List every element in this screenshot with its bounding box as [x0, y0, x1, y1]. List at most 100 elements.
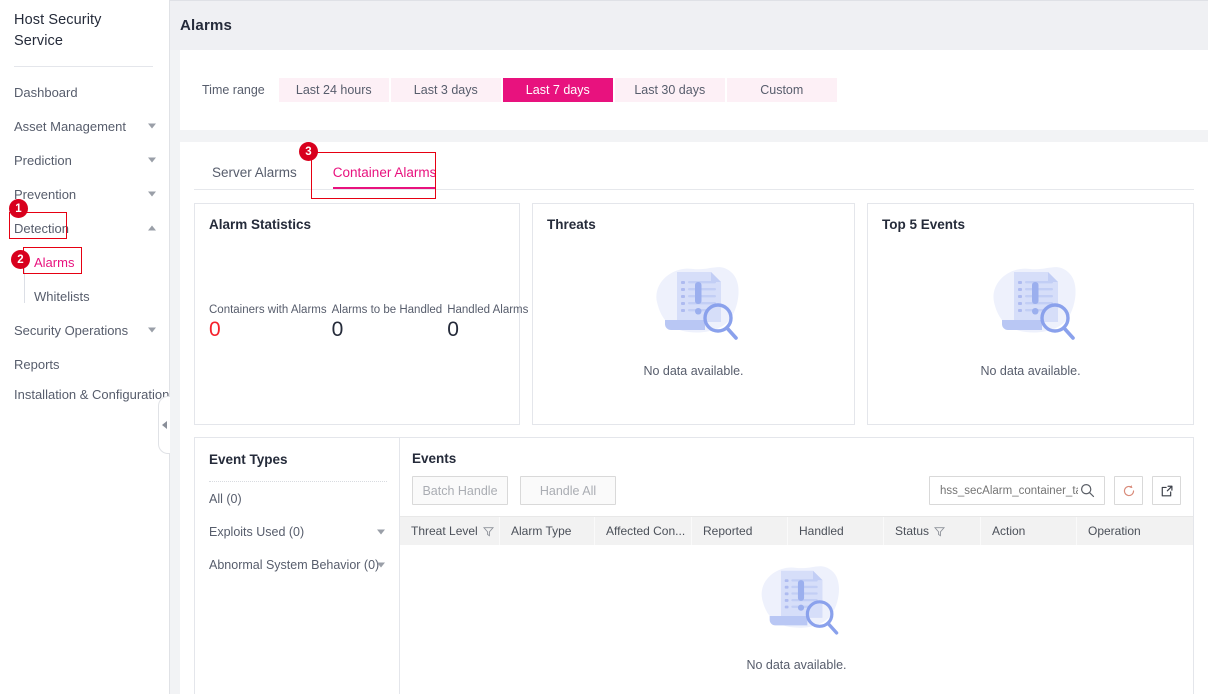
handle-all-button[interactable]: Handle All	[520, 476, 616, 505]
sidebar-item-label: Detection	[14, 220, 69, 236]
sidebar-item-security-operations[interactable]: Security Operations	[0, 313, 169, 347]
sidebar-item-installation-configuration[interactable]: Installation & Configuration	[0, 381, 169, 425]
sidebar-item-label: Security Operations	[14, 322, 129, 338]
lower-row: Event Types All (0) Exploits Used (0) Ab…	[194, 437, 1194, 696]
event-type-item-exploits-used[interactable]: Exploits Used (0)	[195, 515, 399, 548]
search-box[interactable]	[929, 476, 1105, 505]
search-icon[interactable]	[1080, 483, 1095, 498]
chevron-left-icon	[162, 421, 167, 429]
metric-value: 0	[209, 318, 221, 341]
metric-label: Containers with Alarms	[209, 304, 327, 316]
column-label: Operation	[1088, 524, 1141, 538]
time-range-option-last-30-days[interactable]: Last 30 days	[614, 78, 725, 102]
page-header: Alarms	[170, 0, 1218, 50]
tab-container-alarms[interactable]: Container Alarms	[315, 165, 455, 190]
metric-label: Alarms to be Handled	[331, 304, 443, 316]
metric-alarms-to-be-handled: Alarms to be Handled 0	[332, 304, 443, 343]
event-types-panel: Event Types All (0) Exploits Used (0) Ab…	[194, 437, 399, 696]
sidebar-item-asset-management[interactable]: Asset Management	[0, 109, 169, 143]
export-button[interactable]	[1152, 476, 1181, 505]
column-label: Affected Con...	[606, 524, 686, 538]
time-range-option-last-24-hours[interactable]: Last 24 hours	[278, 78, 389, 102]
sidebar-item-reports[interactable]: Reports	[0, 347, 169, 381]
tab-label: Server Alarms	[212, 165, 297, 180]
toolbar-right-group	[929, 476, 1181, 505]
threats-empty-state: No data available.	[533, 250, 854, 378]
filter-icon[interactable]	[482, 526, 494, 537]
chevron-down-icon	[377, 562, 385, 567]
alarms-content-card: Server Alarms Container Alarms Alarm Sta…	[180, 142, 1208, 696]
time-range-option-last-7-days[interactable]: Last 7 days	[502, 78, 613, 102]
sidebar-item-prediction[interactable]: Prediction	[0, 143, 169, 177]
column-header-status[interactable]: Status	[884, 517, 981, 545]
sidebar-item-label: Prediction	[14, 152, 72, 168]
event-type-label: Exploits Used (0)	[209, 524, 305, 539]
chevron-down-icon	[148, 123, 156, 129]
chevron-up-icon	[148, 225, 156, 231]
column-header-alarm-type: Alarm Type	[500, 517, 595, 545]
column-header-threat-level[interactable]: Threat Level	[400, 517, 500, 545]
metric-label: Handled Alarms	[447, 304, 529, 316]
chevron-down-icon	[148, 157, 156, 163]
column-label: Action	[992, 524, 1026, 538]
chevron-down-icon	[148, 191, 156, 197]
time-range-option-custom[interactable]: Custom	[726, 78, 837, 102]
metric-value: 0	[447, 318, 459, 341]
page-right-margin	[1208, 0, 1218, 696]
annotation-badge-2: 2	[11, 250, 30, 269]
column-header-affected-container: Affected Con...	[595, 517, 692, 545]
time-range-filter-card: Time range Last 24 hours Last 3 days Las…	[180, 50, 1208, 130]
empty-state-text: No data available.	[980, 364, 1081, 378]
chevron-down-icon	[377, 529, 385, 534]
sidebar: Host Security Service Dashboard Asset Ma…	[0, 0, 170, 696]
sidebar-subitem-label: Whitelists	[34, 288, 90, 304]
time-range-option-last-3-days[interactable]: Last 3 days	[390, 78, 501, 102]
events-table-header: Threat Level Alarm Type Affected Con...	[400, 516, 1193, 545]
tab-server-alarms[interactable]: Server Alarms	[194, 165, 315, 190]
top-5-events-card: Top 5 Events No data available.	[867, 203, 1194, 425]
summary-cards-row: Alarm Statistics Containers with Alarms …	[194, 203, 1194, 425]
column-header-handled: Handled	[788, 517, 884, 545]
section-gap	[170, 130, 1218, 142]
events-toolbar: Batch Handle Handle All	[400, 466, 1193, 505]
sidebar-item-label: Dashboard	[14, 84, 78, 100]
sidebar-item-detection[interactable]: Detection	[0, 211, 169, 245]
column-label: Alarm Type	[511, 524, 572, 538]
sidebar-item-whitelists[interactable]: Whitelists	[24, 279, 169, 313]
events-panel: Events Batch Handle Handle All hss_secAl…	[399, 437, 1194, 696]
column-header-operation: Operation	[1077, 517, 1173, 545]
search-input[interactable]	[938, 483, 1080, 498]
column-header-action: Action	[981, 517, 1077, 545]
metric-containers-with-alarms: Containers with Alarms 0	[209, 304, 327, 343]
column-header-reported: Reported	[692, 517, 788, 545]
chevron-down-icon	[148, 327, 156, 333]
alarm-statistics-metrics: Containers with Alarms 0 Alarms to be Ha…	[209, 304, 533, 343]
column-label: Status	[895, 524, 930, 538]
sidebar-divider	[14, 66, 153, 67]
sidebar-item-dashboard[interactable]: Dashboard	[0, 75, 169, 109]
top-events-empty-state: No data available.	[868, 250, 1193, 378]
no-data-illustration	[992, 267, 1076, 340]
card-title: Alarm Statistics	[209, 217, 312, 232]
panel-title: Events	[412, 451, 457, 466]
alarm-tabs: Server Alarms Container Alarms	[194, 142, 1194, 190]
page-title: Alarms	[180, 17, 233, 34]
empty-state-text: No data available.	[746, 658, 847, 672]
event-type-label: Abnormal System Behavior (0)	[209, 557, 380, 572]
sidebar-item-alarms[interactable]: Alarms	[24, 245, 169, 279]
refresh-icon	[1123, 484, 1134, 496]
refresh-button[interactable]	[1114, 476, 1143, 505]
event-type-item-all[interactable]: All (0)	[195, 482, 399, 515]
card-title: Top 5 Events	[882, 217, 966, 232]
annotation-badge-3: 3	[299, 142, 318, 161]
sidebar-collapse-button[interactable]	[158, 396, 170, 454]
filter-icon[interactable]	[934, 526, 946, 537]
sidebar-item-label: Asset Management	[14, 118, 127, 134]
column-label: Reported	[703, 524, 753, 538]
time-range-label: Time range	[202, 83, 265, 97]
empty-state-text: No data available.	[643, 364, 744, 378]
events-table-empty-state: No data available.	[400, 550, 1193, 672]
event-type-item-abnormal-system-behavior[interactable]: Abnormal System Behavior (0)	[195, 548, 399, 581]
event-type-label: All (0)	[209, 491, 242, 506]
batch-handle-button[interactable]: Batch Handle	[412, 476, 508, 505]
